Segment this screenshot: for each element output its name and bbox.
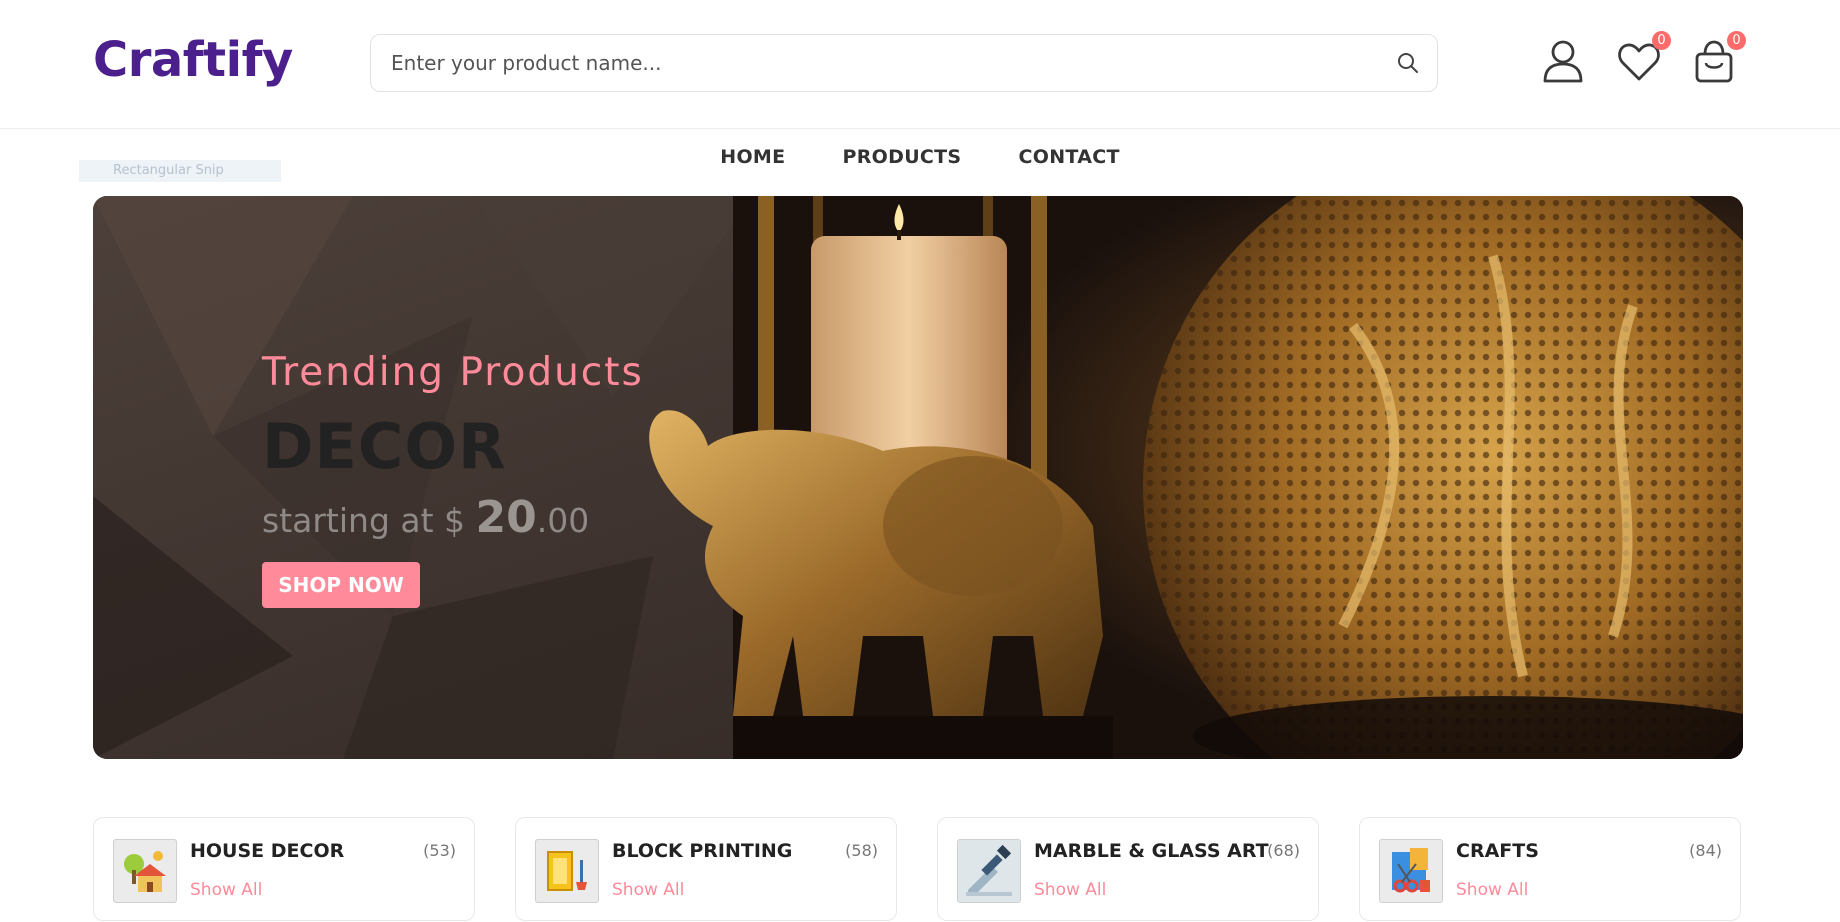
- hero-price-prefix: starting at $: [262, 501, 466, 540]
- shop-now-button[interactable]: SHOP NOW: [262, 562, 420, 608]
- hero-price-main: 20: [475, 492, 537, 543]
- hero-title: DECOR: [262, 410, 507, 483]
- category-card-house-decor[interactable]: HOUSE DECOR (53) Show All: [93, 817, 475, 921]
- category-card-marble-glass-art[interactable]: MARBLE & GLASS ART (68) Show All: [937, 817, 1319, 921]
- site-header: Craftify 0 0: [0, 0, 1840, 129]
- house-decor-icon: [113, 839, 177, 903]
- main-nav: HOME PRODUCTS CONTACT: [0, 146, 1840, 180]
- category-name: CRAFTS: [1456, 840, 1539, 862]
- category-count: (68): [1267, 841, 1300, 860]
- hero-price-cents: .00: [536, 501, 590, 540]
- wishlist-count-badge: 0: [1652, 31, 1671, 50]
- brand-logo[interactable]: Craftify: [93, 32, 293, 88]
- search-bar: [370, 34, 1438, 92]
- search-input[interactable]: [389, 35, 1373, 91]
- marble-glass-art-icon: [957, 839, 1021, 903]
- category-count: (58): [845, 841, 878, 860]
- crafts-icon: [1379, 839, 1443, 903]
- nav-products[interactable]: PRODUCTS: [843, 146, 962, 168]
- nav-contact[interactable]: CONTACT: [1019, 146, 1120, 168]
- category-row: HOUSE DECOR (53) Show All BLOCK PRINTING…: [93, 817, 1743, 922]
- hero-banner: Trending Products DECOR starting at $ 20…: [93, 196, 1743, 759]
- search-icon[interactable]: [1395, 50, 1421, 76]
- category-card-block-printing[interactable]: BLOCK PRINTING (58) Show All: [515, 817, 897, 921]
- show-all-link[interactable]: Show All: [1034, 880, 1106, 900]
- show-all-link[interactable]: Show All: [612, 880, 684, 900]
- category-name: HOUSE DECOR: [190, 840, 345, 862]
- show-all-link[interactable]: Show All: [190, 880, 262, 900]
- category-count: (84): [1689, 841, 1722, 860]
- block-printing-icon: [535, 839, 599, 903]
- category-name: MARBLE & GLASS ART: [1034, 840, 1269, 862]
- cart-button[interactable]: 0: [1691, 31, 1746, 84]
- nav-home[interactable]: HOME: [720, 146, 785, 168]
- category-name: BLOCK PRINTING: [612, 840, 793, 862]
- wishlist-button[interactable]: 0: [1616, 31, 1671, 84]
- hero-price: starting at $ 20.00: [262, 492, 589, 543]
- category-count: (53): [423, 841, 456, 860]
- account-icon[interactable]: [1540, 38, 1586, 84]
- cart-count-badge: 0: [1727, 31, 1746, 50]
- show-all-link[interactable]: Show All: [1456, 880, 1528, 900]
- hero-subtitle: Trending Products: [262, 350, 644, 395]
- category-card-crafts[interactable]: CRAFTS (84) Show All: [1359, 817, 1741, 921]
